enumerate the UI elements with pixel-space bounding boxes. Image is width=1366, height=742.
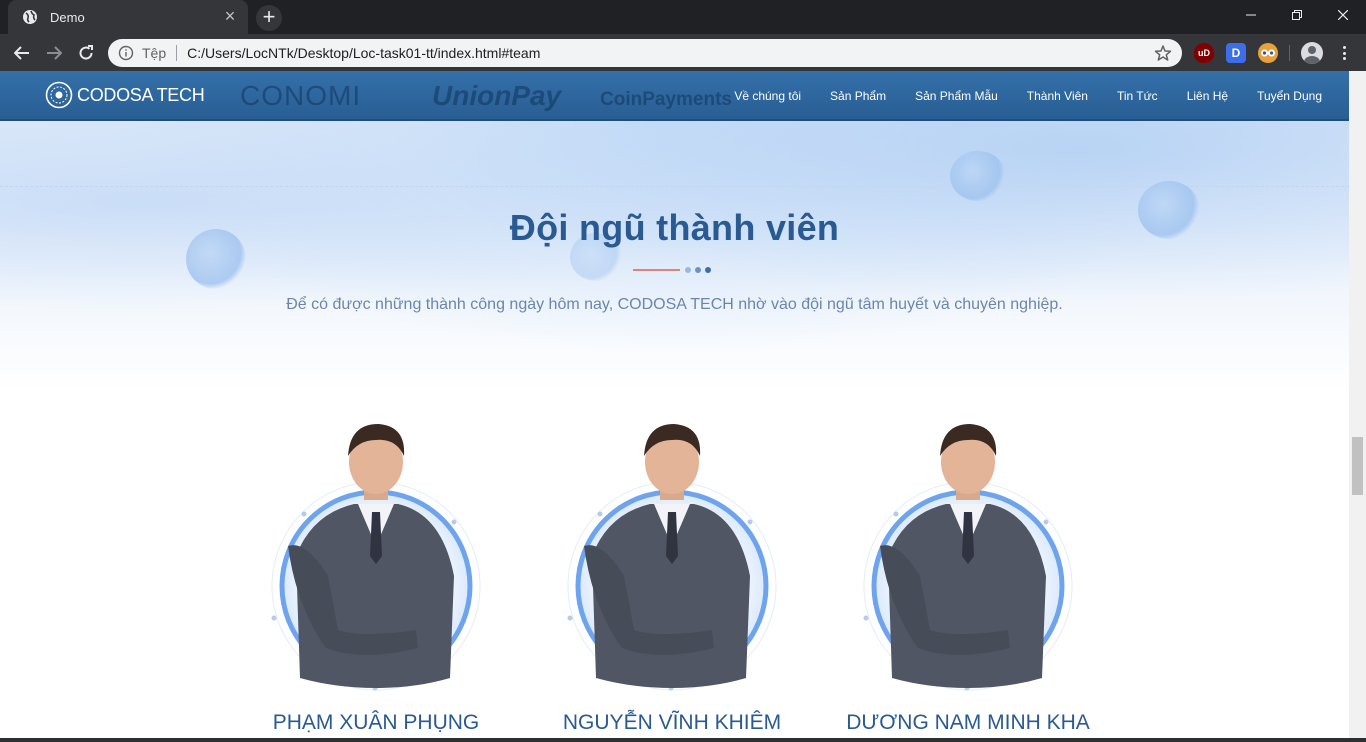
restore-icon xyxy=(1292,10,1302,20)
team-section-title: Đội ngũ thành viên xyxy=(509,207,840,248)
reload-icon xyxy=(79,45,93,60)
close-window-button[interactable] xyxy=(1320,0,1366,30)
address-separator xyxy=(176,45,178,61)
reload-button[interactable] xyxy=(72,39,100,67)
codosa-logo-icon xyxy=(45,81,73,109)
arrow-left-icon xyxy=(14,46,29,60)
nav-link-news[interactable]: Tin Tức xyxy=(1117,89,1158,103)
more-menu-icon[interactable] xyxy=(1334,43,1354,63)
address-bar[interactable]: Tệp C:/Users/LocNTk/Desktop/Loc-task01-t… xyxy=(108,39,1182,67)
window-bottom-edge xyxy=(0,738,1366,742)
partner-logo-conomi: CONOMI xyxy=(240,80,362,111)
minimize-icon xyxy=(1246,14,1256,16)
member-card[interactable]: DƯƠNG NAM MINH KHA xyxy=(846,416,1090,736)
nav-link-members[interactable]: Thành Viên xyxy=(1027,89,1088,103)
restore-button[interactable] xyxy=(1274,0,1320,30)
owl-extension-icon[interactable] xyxy=(1258,43,1278,63)
back-button[interactable] xyxy=(8,39,36,67)
info-icon[interactable] xyxy=(118,45,134,61)
member-card[interactable]: NGUYỄN VĨNH KHIÊM xyxy=(562,416,782,736)
team-section-subtitle: Để có được những thành công ngày hôm nay… xyxy=(286,296,1063,313)
star-icon[interactable] xyxy=(1154,44,1172,62)
minimize-button[interactable] xyxy=(1228,0,1274,30)
new-tab-button[interactable]: + xyxy=(256,5,282,31)
title-divider xyxy=(633,267,711,273)
tab-title: Demo xyxy=(50,9,85,25)
scheme-label: Tệp xyxy=(142,45,167,61)
d-extension-icon[interactable]: D xyxy=(1226,43,1246,63)
globe-icon xyxy=(23,10,37,24)
close-tab-icon[interactable]: × xyxy=(222,7,238,25)
ublock-extension-icon[interactable]: uD xyxy=(1194,43,1214,63)
decorative-orb xyxy=(950,151,1006,201)
scrollbar-thumb[interactable] xyxy=(1352,437,1363,495)
nav-link-contact[interactable]: Liên Hệ xyxy=(1187,89,1228,103)
member-portrait xyxy=(271,424,481,691)
section-divider-dashed xyxy=(0,186,1349,187)
site-navbar: CODOSA TECH CONOMI UnionPay CoinPayments… xyxy=(0,71,1349,121)
brand[interactable]: CODOSA TECH xyxy=(45,81,205,109)
page-scrollbar[interactable] xyxy=(1349,71,1366,738)
browser-toolbar: Tệp C:/Users/LocNTk/Desktop/Loc-task01-t… xyxy=(0,34,1366,71)
url-text[interactable]: C:/Users/LocNTk/Desktop/Loc-task01-tt/in… xyxy=(187,45,1154,61)
arrow-right-icon xyxy=(47,46,62,60)
profile-avatar[interactable] xyxy=(1301,42,1323,64)
owl-eyes-icon xyxy=(1261,49,1275,57)
partner-logo-unionpay: UnionPay xyxy=(432,80,562,111)
nav-link-careers[interactable]: Tuyển Dụng xyxy=(1257,89,1322,103)
nav-link-about[interactable]: Về chúng tôi xyxy=(734,89,801,103)
forward-button[interactable] xyxy=(40,39,68,67)
member-portrait xyxy=(567,424,777,691)
nav-link-sample-products[interactable]: Sản Phẩm Mẫu xyxy=(915,89,998,103)
browser-tab[interactable]: Demo × xyxy=(8,0,248,34)
member-portrait xyxy=(863,424,1073,691)
site-nav-menu: Về chúng tôi Sản Phẩm Sản Phẩm Mẫu Thành… xyxy=(705,71,1322,121)
member-name: PHẠM XUÂN PHỤNG xyxy=(272,711,480,734)
member-name: DƯƠNG NAM MINH KHA xyxy=(846,711,1090,734)
team-section-background xyxy=(0,121,1349,391)
browser-tabstrip: Demo × + xyxy=(0,0,1366,34)
toolbar-separator xyxy=(1289,45,1290,61)
brand-name: CODOSA TECH xyxy=(77,84,205,105)
page-viewport: CODOSA TECH CONOMI UnionPay CoinPayments… xyxy=(0,71,1349,738)
member-card[interactable]: PHẠM XUÂN PHỤNG xyxy=(266,416,486,736)
nav-link-products[interactable]: Sản Phẩm xyxy=(830,89,886,103)
member-name: NGUYỄN VĨNH KHIÊM xyxy=(562,711,782,734)
close-icon xyxy=(1338,10,1348,20)
